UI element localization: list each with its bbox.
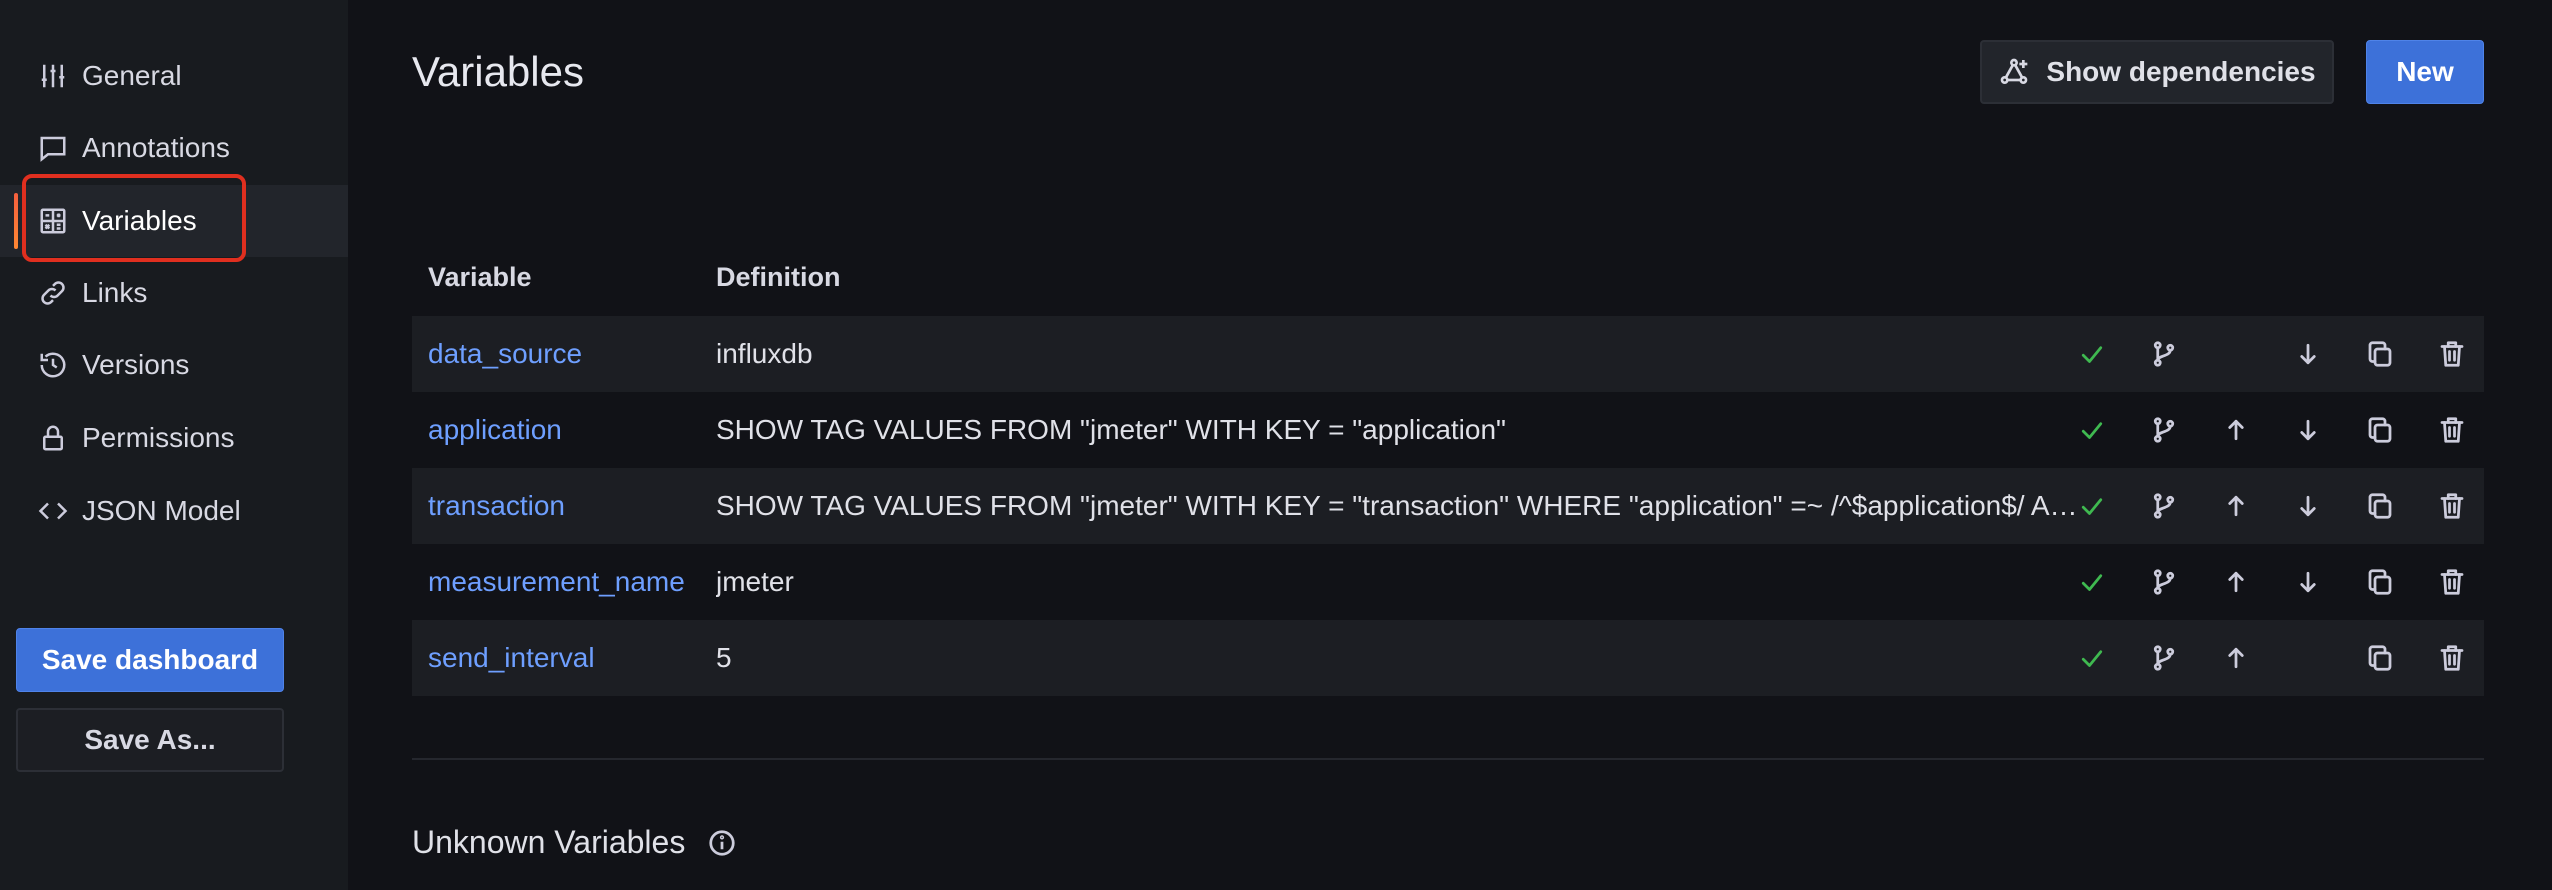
check-icon — [2074, 412, 2110, 448]
sidebar-item-label: Variables — [82, 205, 197, 236]
settings-sidebar: General Annotations Variables Links Vers… — [0, 0, 348, 890]
copy-icon[interactable] — [2362, 336, 2398, 372]
link-icon — [38, 278, 68, 308]
lock-icon — [38, 423, 68, 453]
apps-graph-icon — [2001, 58, 2028, 84]
column-header-variable: Variable — [428, 262, 532, 292]
arrow-up-icon[interactable] — [2218, 640, 2254, 676]
variable-name-link[interactable]: application — [428, 414, 562, 446]
table-row: send_interval 5 — [412, 620, 2484, 696]
copy-icon[interactable] — [2362, 488, 2398, 524]
arrow-up-icon[interactable] — [2218, 412, 2254, 448]
section-divider — [412, 758, 2484, 760]
table-row: application SHOW TAG VALUES FROM "jmeter… — [412, 392, 2484, 468]
history-icon — [38, 350, 68, 380]
unknown-variables-heading: Unknown Variables — [412, 824, 737, 861]
variable-name-link[interactable]: data_source — [428, 338, 582, 370]
code-branch-icon[interactable] — [2146, 640, 2182, 676]
code-branch-icon[interactable] — [2146, 412, 2182, 448]
check-icon — [2074, 336, 2110, 372]
save-as-button[interactable]: Save As... — [16, 708, 284, 772]
unknown-variables-title: Unknown Variables — [412, 824, 686, 860]
arrow-down-icon[interactable] — [2290, 564, 2326, 600]
sidebar-item-permissions[interactable]: Permissions — [0, 402, 348, 474]
arrow-down-icon[interactable] — [2290, 488, 2326, 524]
arrow-up-icon[interactable] — [2218, 488, 2254, 524]
code-branch-icon[interactable] — [2146, 488, 2182, 524]
variable-name-link[interactable]: transaction — [428, 490, 565, 522]
copy-icon[interactable] — [2362, 412, 2398, 448]
trash-icon[interactable] — [2434, 412, 2470, 448]
check-icon — [2074, 564, 2110, 600]
dashboard-settings: General Annotations Variables Links Vers… — [0, 0, 2552, 890]
code-icon — [38, 496, 68, 526]
trash-icon[interactable] — [2434, 488, 2470, 524]
show-dependencies-button[interactable]: Show dependencies — [1980, 40, 2334, 104]
page-title: Variables — [412, 48, 584, 95]
arrow-up-icon[interactable] — [2218, 564, 2254, 600]
sidebar-item-versions[interactable]: Versions — [0, 329, 348, 401]
sidebar-item-label: Links — [82, 277, 148, 308]
arrow-down-icon[interactable] — [2290, 412, 2326, 448]
sidebar-item-label: General — [82, 60, 182, 91]
variable-definition: influxdb — [716, 338, 813, 369]
sidebar-item-variables[interactable]: Variables — [0, 185, 348, 257]
sidebar-item-annotations[interactable]: Annotations — [0, 112, 348, 184]
save-dashboard-button[interactable]: Save dashboard — [16, 628, 284, 692]
arrow-down-icon[interactable] — [2290, 336, 2326, 372]
variable-name-link[interactable]: measurement_name — [428, 566, 685, 598]
sidebar-item-links[interactable]: Links — [0, 257, 348, 329]
table-row: transaction SHOW TAG VALUES FROM "jmeter… — [412, 468, 2484, 544]
sidebar-item-general[interactable]: General — [0, 40, 348, 112]
variable-definition: 5 — [716, 642, 732, 673]
calculator-icon — [38, 206, 68, 236]
trash-icon[interactable] — [2434, 640, 2470, 676]
variable-name-link[interactable]: send_interval — [428, 642, 595, 674]
new-variable-button[interactable]: New — [2366, 40, 2484, 104]
trash-icon[interactable] — [2434, 336, 2470, 372]
show-dependencies-label: Show dependencies — [2046, 56, 2316, 87]
info-circle-icon[interactable] — [707, 828, 737, 858]
sliders-icon — [38, 61, 68, 91]
variable-definition: SHOW TAG VALUES FROM "jmeter" WITH KEY =… — [716, 490, 2078, 521]
variable-definition: jmeter — [716, 566, 794, 597]
sidebar-item-label: Permissions — [82, 422, 235, 453]
code-branch-icon[interactable] — [2146, 564, 2182, 600]
column-header-definition: Definition — [716, 262, 841, 292]
variable-definition: SHOW TAG VALUES FROM "jmeter" WITH KEY =… — [716, 414, 1506, 445]
table-row: measurement_name jmeter — [412, 544, 2484, 620]
trash-icon[interactable] — [2434, 564, 2470, 600]
copy-icon[interactable] — [2362, 564, 2398, 600]
copy-icon[interactable] — [2362, 640, 2398, 676]
code-branch-icon[interactable] — [2146, 336, 2182, 372]
comment-icon — [38, 133, 68, 163]
sidebar-item-json-model[interactable]: JSON Model — [0, 475, 348, 547]
sidebar-item-label: JSON Model — [82, 495, 241, 526]
sidebar-item-label: Versions — [82, 349, 190, 380]
table-row: data_source influxdb — [412, 316, 2484, 392]
check-icon — [2074, 640, 2110, 676]
sidebar-item-label: Annotations — [82, 132, 230, 163]
check-icon — [2074, 488, 2110, 524]
